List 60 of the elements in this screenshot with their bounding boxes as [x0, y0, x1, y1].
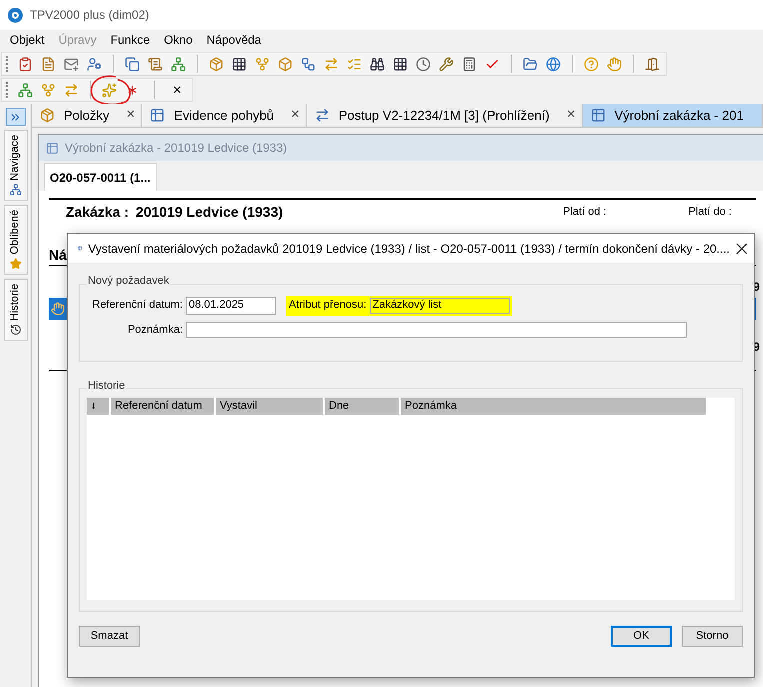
- dialog-button[interactable]: Storno: [682, 626, 743, 647]
- menu-item[interactable]: Objekt: [3, 31, 52, 49]
- field-label: Referenční datum:: [92, 298, 184, 314]
- hierarchy-icon[interactable]: [16, 80, 35, 100]
- close-icon[interactable]: ×: [566, 104, 576, 127]
- side-tab[interactable]: Oblíbené: [4, 204, 28, 275]
- column-header[interactable]: Poznámka: [401, 398, 708, 415]
- tab-label: Evidence pohybů: [174, 106, 274, 125]
- window-icon: [46, 142, 59, 154]
- field-label: Poznámka:: [126, 322, 184, 338]
- tab-icon: [590, 108, 606, 123]
- group-title: Nový požadavek: [87, 273, 170, 290]
- tab-label: Položky: [64, 106, 110, 125]
- dialog-button[interactable]: OK: [611, 626, 672, 647]
- hand-icon: [51, 302, 65, 316]
- tab-icon: [150, 108, 166, 123]
- side-tab[interactable]: Historie: [4, 278, 28, 341]
- history-icon: [10, 324, 22, 336]
- hand-icon[interactable]: [605, 54, 624, 74]
- column-header[interactable]: Dne: [325, 398, 401, 415]
- star-icon: [10, 258, 22, 270]
- attribute-field[interactable]: Zakázkový list: [370, 298, 510, 314]
- window-title: TPV2000 plus (dim02): [30, 7, 150, 24]
- tab-label: Výrobní zakázka - 201: [614, 106, 744, 125]
- menu-item[interactable]: Okno: [157, 31, 200, 49]
- sparkle-icon[interactable]: [100, 80, 119, 100]
- order-label: Zakázka :: [66, 202, 130, 222]
- side-tab[interactable]: Navigace: [4, 130, 28, 201]
- close-icon[interactable]: ×: [126, 104, 136, 127]
- hierarchy-icon[interactable]: [169, 54, 188, 74]
- tab-label: Postup V2-12234/1M [3] (Prohlížení): [338, 106, 550, 125]
- help-icon[interactable]: [582, 54, 601, 74]
- menu-item[interactable]: Nápověda: [200, 31, 268, 49]
- document-tab[interactable]: Výrobní zakázka - 201: [582, 104, 763, 127]
- record-tab[interactable]: O20-057-0011 (1...: [44, 163, 157, 191]
- hierarchy-icon: [10, 184, 22, 196]
- note-field[interactable]: [186, 322, 687, 338]
- date-field[interactable]: 08.01.2025: [186, 296, 276, 314]
- menu-item[interactable]: Funkce: [104, 31, 158, 49]
- valid-to-label: Platí do :: [688, 204, 732, 220]
- dialog-button[interactable]: Smazat: [79, 626, 140, 647]
- section-heading: Ná: [49, 246, 67, 265]
- tab-icon: [314, 108, 330, 123]
- app-logo-icon: [8, 8, 23, 22]
- close-icon[interactable]: ×: [291, 104, 300, 127]
- column-header[interactable]: ↓: [87, 398, 111, 415]
- document-title: Výrobní zakázka - 201019 Ledvice (1933): [65, 140, 288, 157]
- globe-icon[interactable]: [544, 54, 563, 74]
- expand-icon[interactable]: [6, 108, 26, 126]
- valid-from-label: Platí od :: [563, 204, 607, 220]
- field-label: Atribut přenosu:: [289, 298, 367, 314]
- wrench-icon[interactable]: [437, 54, 456, 74]
- copy-icon[interactable]: [123, 54, 142, 74]
- tab-icon: [40, 108, 55, 123]
- clock-icon[interactable]: [414, 54, 433, 74]
- column-header[interactable]: Vystavil: [216, 398, 325, 415]
- order-value: 201019 Ledvice (1933): [136, 202, 284, 222]
- close-button[interactable]: ×: [167, 82, 188, 98]
- dialog-title: Vystavení materiálových požadavků 201019 Ledvice (1933) / list - O20-057-0011 (1933) / termín dokončení dávky - 20....: [88, 240, 730, 258]
- column-header[interactable]: Referenční datum: [111, 398, 216, 415]
